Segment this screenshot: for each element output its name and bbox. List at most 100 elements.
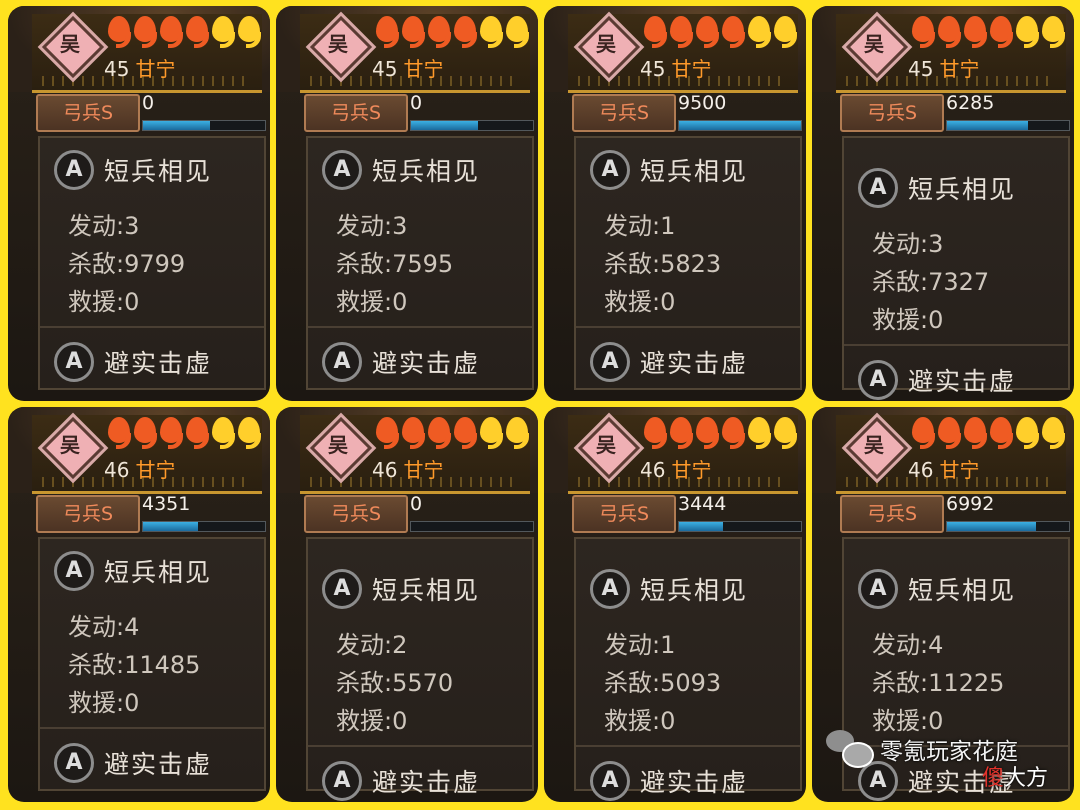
- troop-bar-fill: [143, 121, 211, 130]
- skill-row[interactable]: A 短兵相见: [858, 569, 1016, 609]
- faction-badge: 吴: [845, 416, 909, 480]
- stat-rescue: 救援:0: [68, 689, 140, 717]
- morale-pip-icon: [238, 16, 261, 48]
- skill-a-icon: A: [858, 168, 898, 208]
- morale-pip-icon: [212, 16, 235, 48]
- morale-pip-icon: [506, 417, 529, 449]
- skill-a-icon: A: [322, 342, 362, 382]
- morale-pip-icon: [774, 417, 797, 449]
- general-card[interactable]: 吴 45 甘宁 弓兵S 0 A 短兵相见 发动:3 杀敌:9799 救援:0 A 避实击虚: [8, 6, 270, 401]
- skill-a-icon: A: [322, 569, 362, 609]
- general-name: 甘宁: [135, 458, 176, 482]
- skill-row-2[interactable]: A 避实击虚: [590, 761, 748, 801]
- skill-name: 短兵相见: [372, 157, 481, 186]
- unit-type-button[interactable]: 弓兵S: [36, 94, 140, 132]
- skill-name: 短兵相见: [104, 558, 213, 587]
- morale-pip-icon: [938, 16, 961, 48]
- morale-pip-icon: [964, 16, 987, 48]
- skill-a-icon: A: [858, 360, 898, 400]
- skill-row[interactable]: A 短兵相见: [858, 168, 1016, 208]
- skill-row[interactable]: A 短兵相见: [54, 551, 212, 591]
- stat-trigger: 发动:2: [336, 631, 408, 659]
- skill-name-2: 避实击虚: [372, 768, 481, 797]
- skill-row-2[interactable]: A 避实击虚: [54, 743, 212, 783]
- skill-a-icon: A: [590, 150, 630, 190]
- general-card[interactable]: 吴 46 甘宁 弓兵S 3444 A 短兵相见 发动:1 杀敌:5093 救援:0 A 避实击虚: [544, 407, 806, 802]
- wechat-icon: [826, 726, 874, 772]
- skill-a-icon: A: [322, 761, 362, 801]
- morale-pip-icon: [722, 417, 745, 449]
- troop-count: 6992: [946, 493, 995, 515]
- faction-badge: 吴: [845, 15, 909, 79]
- stat-rescue: 救援:0: [336, 707, 408, 735]
- unit-type-button[interactable]: 弓兵S: [572, 94, 676, 132]
- morale-pips: [912, 417, 1065, 449]
- skill-row[interactable]: A 短兵相见: [322, 569, 480, 609]
- general-level: 45: [640, 57, 666, 81]
- general-level: 45: [104, 57, 130, 81]
- stat-rescue: 救援:0: [604, 707, 676, 735]
- morale-pip-icon: [990, 417, 1013, 449]
- morale-pip-icon: [134, 16, 157, 48]
- skill-row-2[interactable]: A 避实击虚: [858, 360, 1016, 400]
- morale-pip-icon: [506, 16, 529, 48]
- faction-badge: 吴: [41, 15, 105, 79]
- morale-pip-icon: [722, 16, 745, 48]
- morale-pip-icon: [644, 16, 667, 48]
- skill-row[interactable]: A 短兵相见: [54, 150, 212, 190]
- morale-pip-icon: [1016, 417, 1039, 449]
- skill-row-2[interactable]: A 避实击虚: [590, 342, 748, 382]
- general-card[interactable]: 吴 46 甘宁 弓兵S 0 A 短兵相见 发动:2 杀敌:5570 救援:0 A 避实击虚: [276, 407, 538, 802]
- skill-panel: A 短兵相见 发动:3 杀敌:7595 救援:0 A 避实击虚: [306, 136, 534, 390]
- morale-pip-icon: [670, 417, 693, 449]
- morale-pip-icon: [108, 16, 131, 48]
- general-card[interactable]: 吴 46 甘宁 弓兵S 4351 A 短兵相见 发动:4 杀敌:11485 救援:0 A 避实击虚: [8, 407, 270, 802]
- skill-panel: A 短兵相见 发动:3 杀敌:9799 救援:0 A 避实击虚: [38, 136, 266, 390]
- faction-badge: 吴: [309, 416, 373, 480]
- general-card[interactable]: 吴 45 甘宁 弓兵S 0 A 短兵相见 发动:3 杀敌:7595 救援:0 A 避实击虚: [276, 6, 538, 401]
- level-name: 46 甘宁: [104, 454, 175, 483]
- morale-pip-icon: [1042, 16, 1065, 48]
- general-name: 甘宁: [939, 458, 980, 482]
- morale-pip-icon: [186, 417, 209, 449]
- unit-type-button[interactable]: 弓兵S: [572, 495, 676, 533]
- morale-pips: [912, 16, 1065, 48]
- stat-kills: 杀敌:5570: [336, 669, 454, 697]
- unit-type-button[interactable]: 弓兵S: [840, 94, 944, 132]
- skill-name-2: 避实击虚: [908, 367, 1017, 396]
- morale-pip-icon: [134, 417, 157, 449]
- stat-kills: 杀敌:11225: [872, 669, 1005, 697]
- morale-pip-icon: [480, 16, 503, 48]
- morale-pip-icon: [748, 16, 771, 48]
- unit-type-button[interactable]: 弓兵S: [304, 94, 408, 132]
- unit-type-button[interactable]: 弓兵S: [304, 495, 408, 533]
- stat-trigger: 发动:4: [68, 613, 140, 641]
- general-name: 甘宁: [939, 57, 980, 81]
- skill-panel: A 短兵相见 发动:1 杀敌:5823 救援:0 A 避实击虚: [574, 136, 802, 390]
- skill-a-icon: A: [54, 551, 94, 591]
- skill-row-2[interactable]: A 避实击虚: [322, 342, 480, 382]
- skill-divider: [40, 326, 264, 328]
- general-name: 甘宁: [671, 57, 712, 81]
- unit-type-button[interactable]: 弓兵S: [840, 495, 944, 533]
- morale-pips: [644, 417, 797, 449]
- skill-row[interactable]: A 短兵相见: [322, 150, 480, 190]
- stat-trigger: 发动:1: [604, 212, 676, 240]
- skill-row[interactable]: A 短兵相见: [590, 569, 748, 609]
- faction-label: 吴: [60, 32, 80, 56]
- morale-pips: [376, 417, 529, 449]
- general-card[interactable]: 吴 45 甘宁 弓兵S 9500 A 短兵相见 发动:1 杀敌:5823 救援:0 A 避实击虚: [544, 6, 806, 401]
- general-level: 46: [372, 458, 398, 482]
- skill-name-2: 避实击虚: [372, 349, 481, 378]
- skill-row-2[interactable]: A 避实击虚: [322, 761, 480, 801]
- unit-type-button[interactable]: 弓兵S: [36, 495, 140, 533]
- faction-label: 吴: [864, 32, 884, 56]
- skill-row[interactable]: A 短兵相见: [590, 150, 748, 190]
- morale-pip-icon: [696, 417, 719, 449]
- general-name: 甘宁: [403, 458, 444, 482]
- skill-a-icon: A: [322, 150, 362, 190]
- general-level: 45: [372, 57, 398, 81]
- skill-row-2[interactable]: A 避实击虚: [54, 342, 212, 382]
- faction-badge: 吴: [309, 15, 373, 79]
- general-card[interactable]: 吴 45 甘宁 弓兵S 6285 A 短兵相见 发动:3 杀敌:7327 救援:0 A 避实击虚: [812, 6, 1074, 401]
